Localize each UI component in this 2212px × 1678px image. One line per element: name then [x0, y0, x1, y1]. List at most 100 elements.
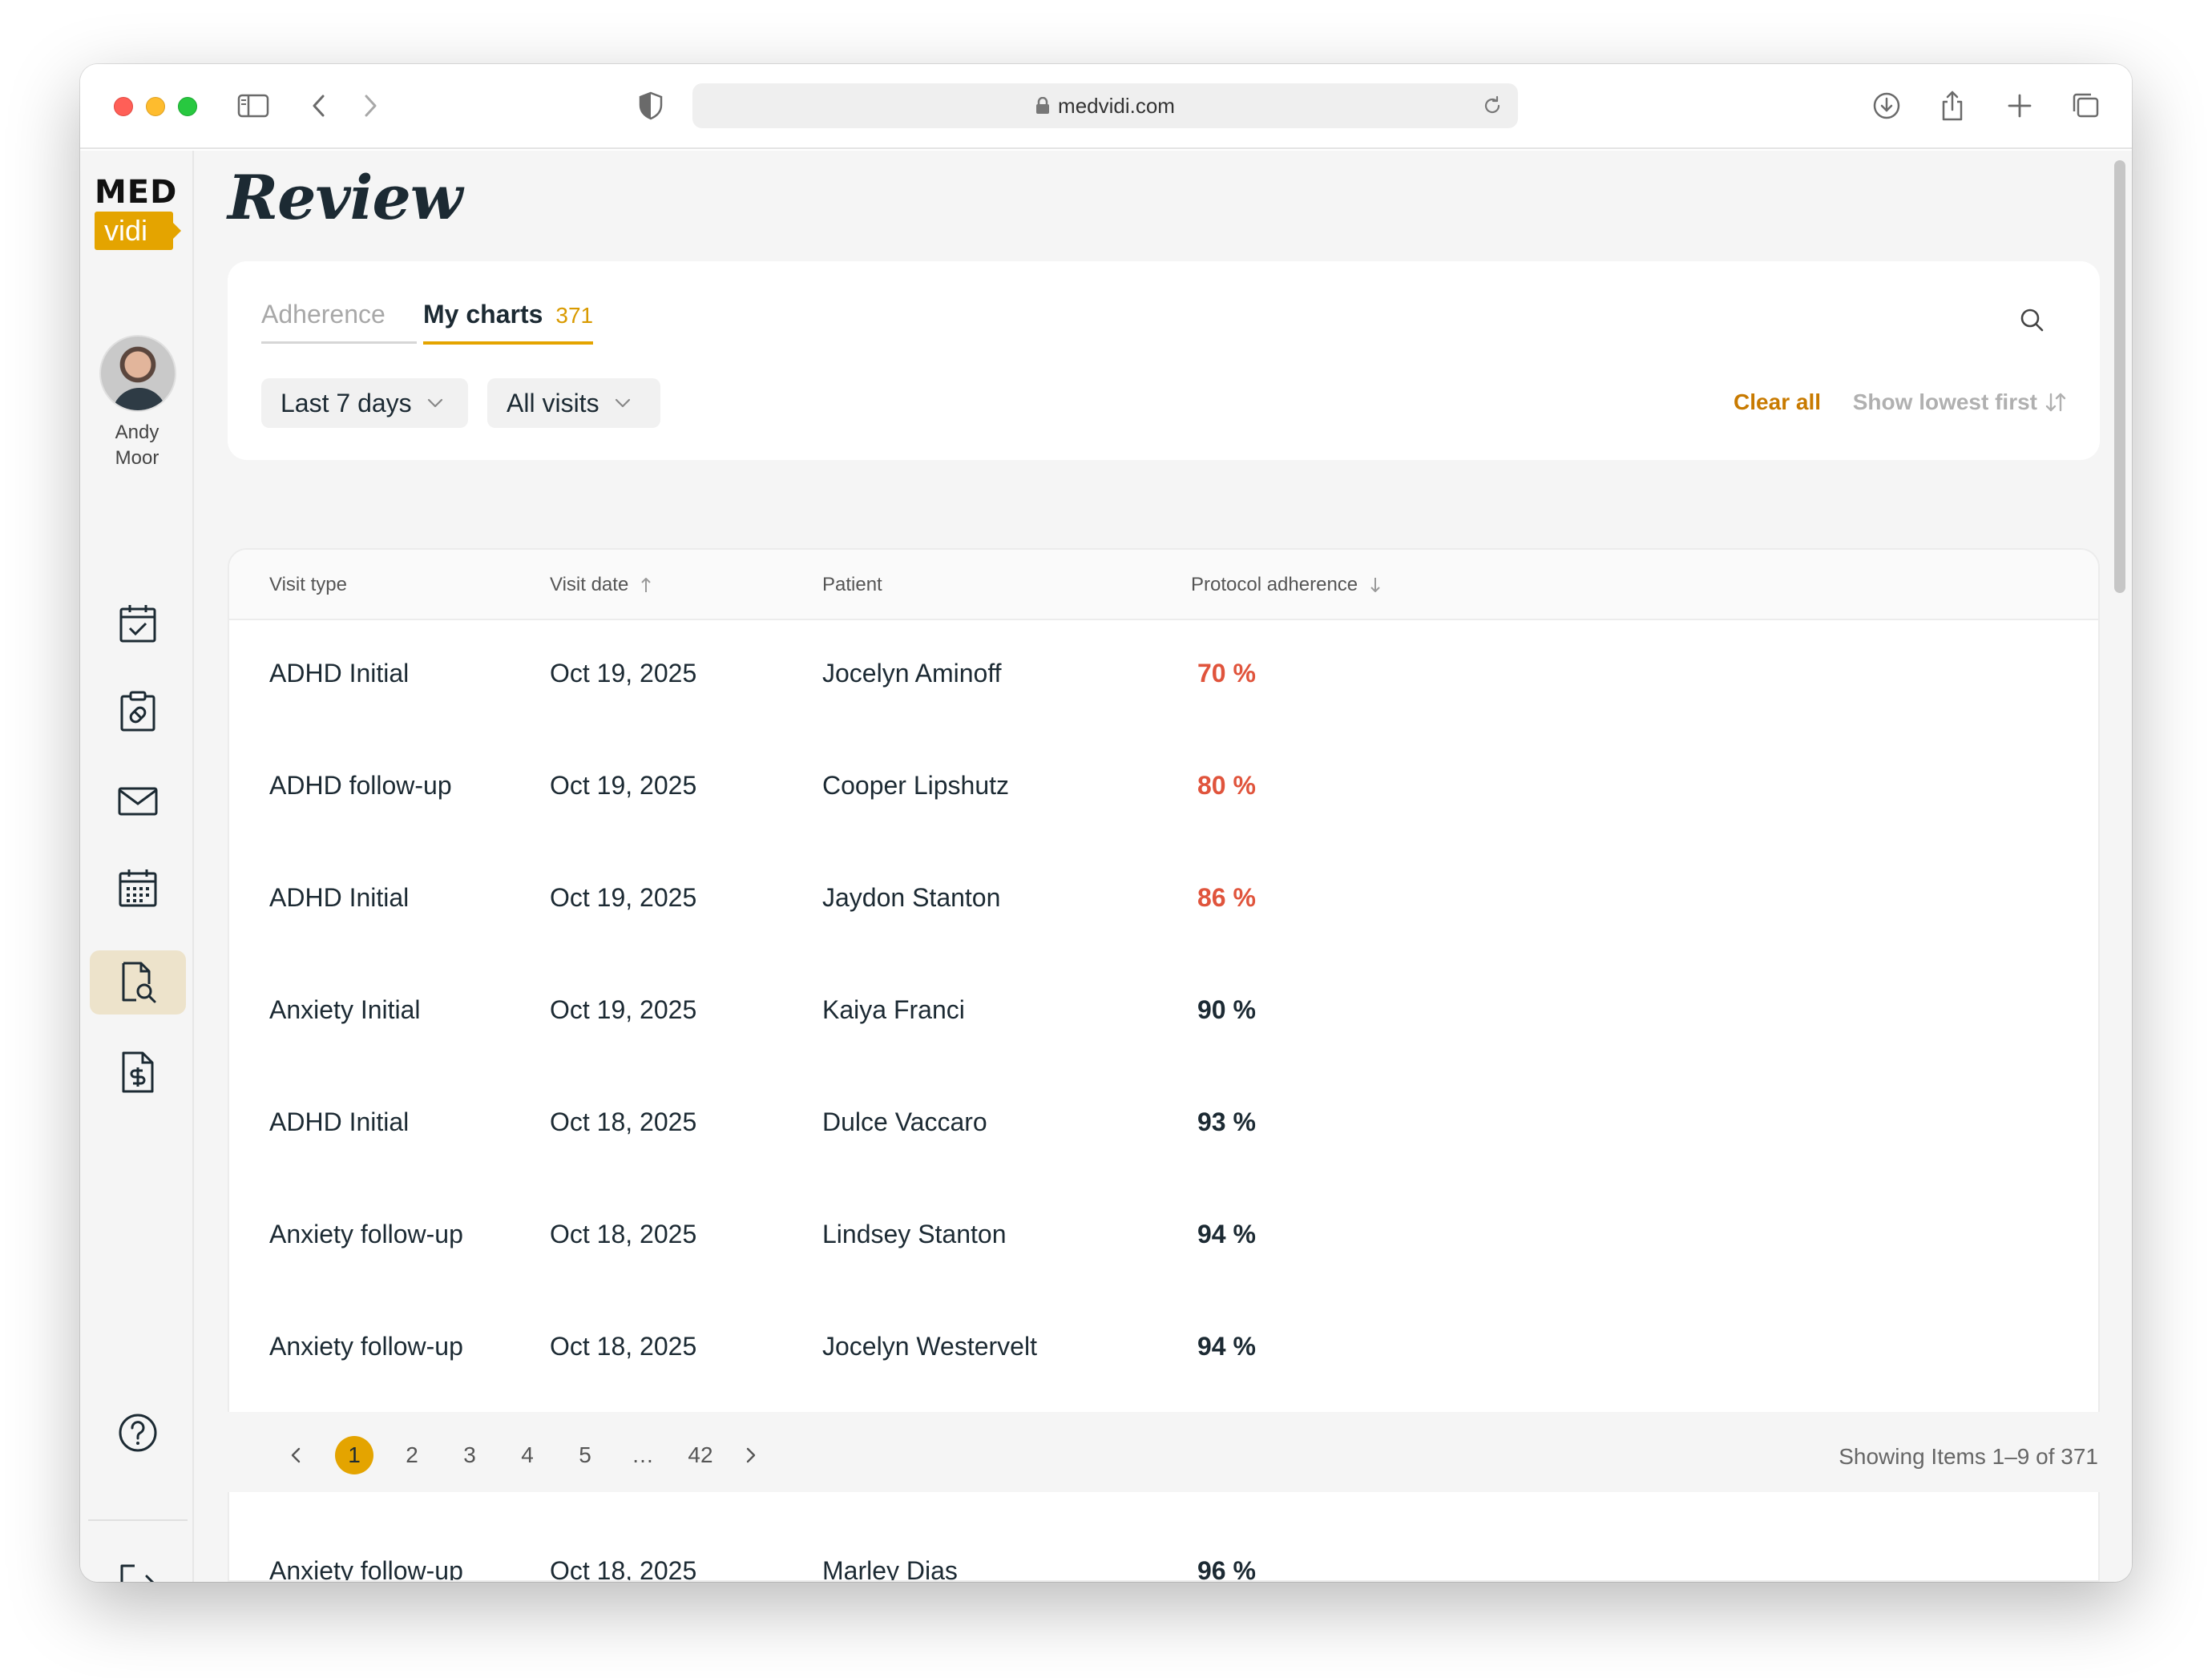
new-tab-icon[interactable] [2000, 87, 2039, 125]
visits-dropdown[interactable]: All visits [487, 378, 660, 428]
cell-patient: Jocelyn Aminoff [822, 659, 1002, 688]
sidebar-item-logout[interactable] [90, 1551, 186, 1582]
page-number-button[interactable]: 2 [393, 1436, 431, 1474]
table-row[interactable]: Anxiety follow-up Oct 18, 2025 Lindsey Sta… [229, 1181, 2098, 1293]
calendar-grid-icon [119, 869, 157, 907]
invoice-dollar-icon [122, 1051, 154, 1093]
next-page-button[interactable] [731, 1436, 769, 1474]
share-icon[interactable] [1933, 87, 1972, 125]
period-dropdown-value: Last 7 days [281, 388, 412, 417]
page-number-button[interactable]: 42 [681, 1436, 720, 1474]
cell-visit-type: ADHD Initial [269, 659, 410, 688]
cell-visit-date: Oct 18, 2025 [550, 1332, 697, 1361]
forward-icon[interactable] [351, 87, 390, 125]
show-lowest-first-button[interactable]: Show lowest first [1853, 389, 2068, 415]
chevron-left-icon [291, 1447, 301, 1463]
lock-icon [1036, 97, 1050, 114]
cell-protocol-adherence: 90 % [1197, 995, 1256, 1024]
sidebar-item-prescriptions[interactable] [90, 680, 186, 744]
mail-icon [118, 787, 158, 816]
period-dropdown[interactable]: Last 7 days [261, 378, 468, 428]
header-patient[interactable]: Patient [822, 574, 882, 596]
sidebar-toggle-icon[interactable] [234, 87, 272, 125]
tab-my-charts-label: My charts [423, 300, 543, 329]
sidebar-item-review[interactable] [90, 950, 186, 1014]
cell-visit-type: ADHD Initial [269, 1107, 410, 1136]
sidebar-item-billing[interactable] [90, 1040, 186, 1104]
tab-adherence[interactable]: Adherence [261, 300, 385, 345]
page-number-button[interactable]: 4 [508, 1436, 547, 1474]
header-patient-label: Patient [822, 574, 882, 595]
items-count-label: Showing Items 1–9 of 371 [1839, 1444, 2098, 1469]
cell-patient: Jocelyn Westervelt [822, 1332, 1037, 1361]
page-ellipsis: … [632, 1442, 654, 1467]
sort-down-arrow-icon [1370, 578, 1380, 592]
table-row[interactable]: Anxiety follow-up Oct 18, 2025 Marley Dias… [229, 1518, 2098, 1582]
minimize-window-button[interactable] [146, 97, 165, 116]
header-visit-date[interactable]: Visit date [550, 574, 654, 596]
cell-protocol-adherence: 93 % [1197, 1107, 1256, 1136]
page-title: Review [228, 162, 462, 233]
back-icon[interactable] [300, 87, 338, 125]
clipboard-pill-icon [120, 691, 155, 732]
main-content: Review Adherence My charts 371 Last 7 day… [194, 151, 2132, 1582]
page-number-button[interactable]: 5 [566, 1436, 604, 1474]
close-window-button[interactable] [114, 97, 133, 116]
table-row[interactable]: ADHD follow-up Oct 19, 2025 Cooper Lipshut… [229, 732, 2098, 845]
chevron-right-icon [746, 1447, 756, 1463]
prev-page-button[interactable] [277, 1436, 316, 1474]
cell-patient: Dulce Vaccaro [822, 1107, 987, 1136]
address-bar[interactable]: medvidi.com [692, 83, 1518, 128]
tab-divider [261, 341, 417, 344]
tab-adherence-label: Adherence [261, 300, 385, 329]
browser-toolbar: medvidi.com [80, 64, 2132, 149]
cell-patient: Lindsey Stanton [822, 1220, 1007, 1248]
cell-patient: Jaydon Stanton [822, 883, 1001, 912]
cell-protocol-adherence: 80 % [1197, 771, 1256, 800]
calendar-check-icon [119, 605, 156, 643]
logo-med-text: MED [95, 174, 178, 211]
table-row[interactable]: ADHD Initial Oct 19, 2025 Jaydon Stanton 86… [229, 845, 2098, 957]
sidebar-item-schedule[interactable] [90, 856, 186, 920]
user-avatar[interactable] [99, 335, 176, 412]
privacy-shield-icon[interactable] [632, 87, 670, 125]
table-row[interactable]: Anxiety Initial Oct 19, 2025 Kaiya Franci 9… [229, 957, 2098, 1069]
logo-vidi-text: vidi [95, 212, 181, 250]
pagination: 1 2 3 4 5 … 42 Showing Items 1–9 of 371 [228, 1412, 2132, 1492]
header-visit-type[interactable]: Visit type [269, 574, 347, 596]
sidebar-divider [88, 1519, 188, 1521]
cell-visit-date: Oct 19, 2025 [550, 883, 697, 912]
cell-visit-date: Oct 19, 2025 [550, 995, 697, 1024]
clear-all-button[interactable]: Clear all [1734, 389, 1821, 415]
header-protocol-adherence[interactable]: Protocol adherence [1191, 574, 1383, 596]
sidebar-item-messages[interactable] [90, 769, 186, 833]
sort-arrows-icon [2045, 393, 2066, 412]
cell-patient: Cooper Lipshutz [822, 771, 1010, 800]
cell-visit-date: Oct 19, 2025 [550, 659, 697, 688]
page-number-button[interactable]: 1 [335, 1436, 373, 1474]
tab-overview-icon[interactable] [2066, 87, 2105, 125]
sidebar-item-appointments[interactable] [90, 591, 186, 655]
reload-icon[interactable] [1481, 95, 1504, 117]
sidebar-item-help[interactable] [90, 1401, 186, 1465]
table-row[interactable]: Anxiety follow-up Oct 18, 2025 Jocelyn Wes… [229, 1293, 2098, 1406]
cell-patient: Marley Dias [822, 1556, 958, 1582]
chevron-down-icon [427, 398, 442, 408]
chevron-down-icon [615, 398, 630, 408]
page-number-button[interactable]: 3 [450, 1436, 489, 1474]
zoom-window-button[interactable] [178, 97, 197, 116]
cell-visit-type: Anxiety Initial [269, 995, 421, 1024]
cell-protocol-adherence: 86 % [1197, 883, 1256, 912]
table-row[interactable]: ADHD Initial Oct 19, 2025 Jocelyn Aminoff 7… [229, 620, 2098, 732]
visits-dropdown-value: All visits [507, 388, 599, 417]
cell-visit-type: ADHD follow-up [269, 771, 452, 800]
page-scrollbar[interactable] [2114, 160, 2125, 593]
header-visit-date-label: Visit date [550, 574, 629, 595]
search-icon[interactable] [2016, 305, 2049, 337]
table-row[interactable]: ADHD Initial Oct 18, 2025 Dulce Vaccaro 93 … [229, 1069, 2098, 1181]
medvidi-logo[interactable]: MED vidi [95, 175, 183, 258]
cell-visit-date: Oct 18, 2025 [550, 1220, 697, 1248]
tab-my-charts[interactable]: My charts 371 [423, 300, 594, 345]
app-sidebar: MED vidi Andy Moor [80, 151, 194, 1582]
downloads-icon[interactable] [1867, 87, 1906, 125]
